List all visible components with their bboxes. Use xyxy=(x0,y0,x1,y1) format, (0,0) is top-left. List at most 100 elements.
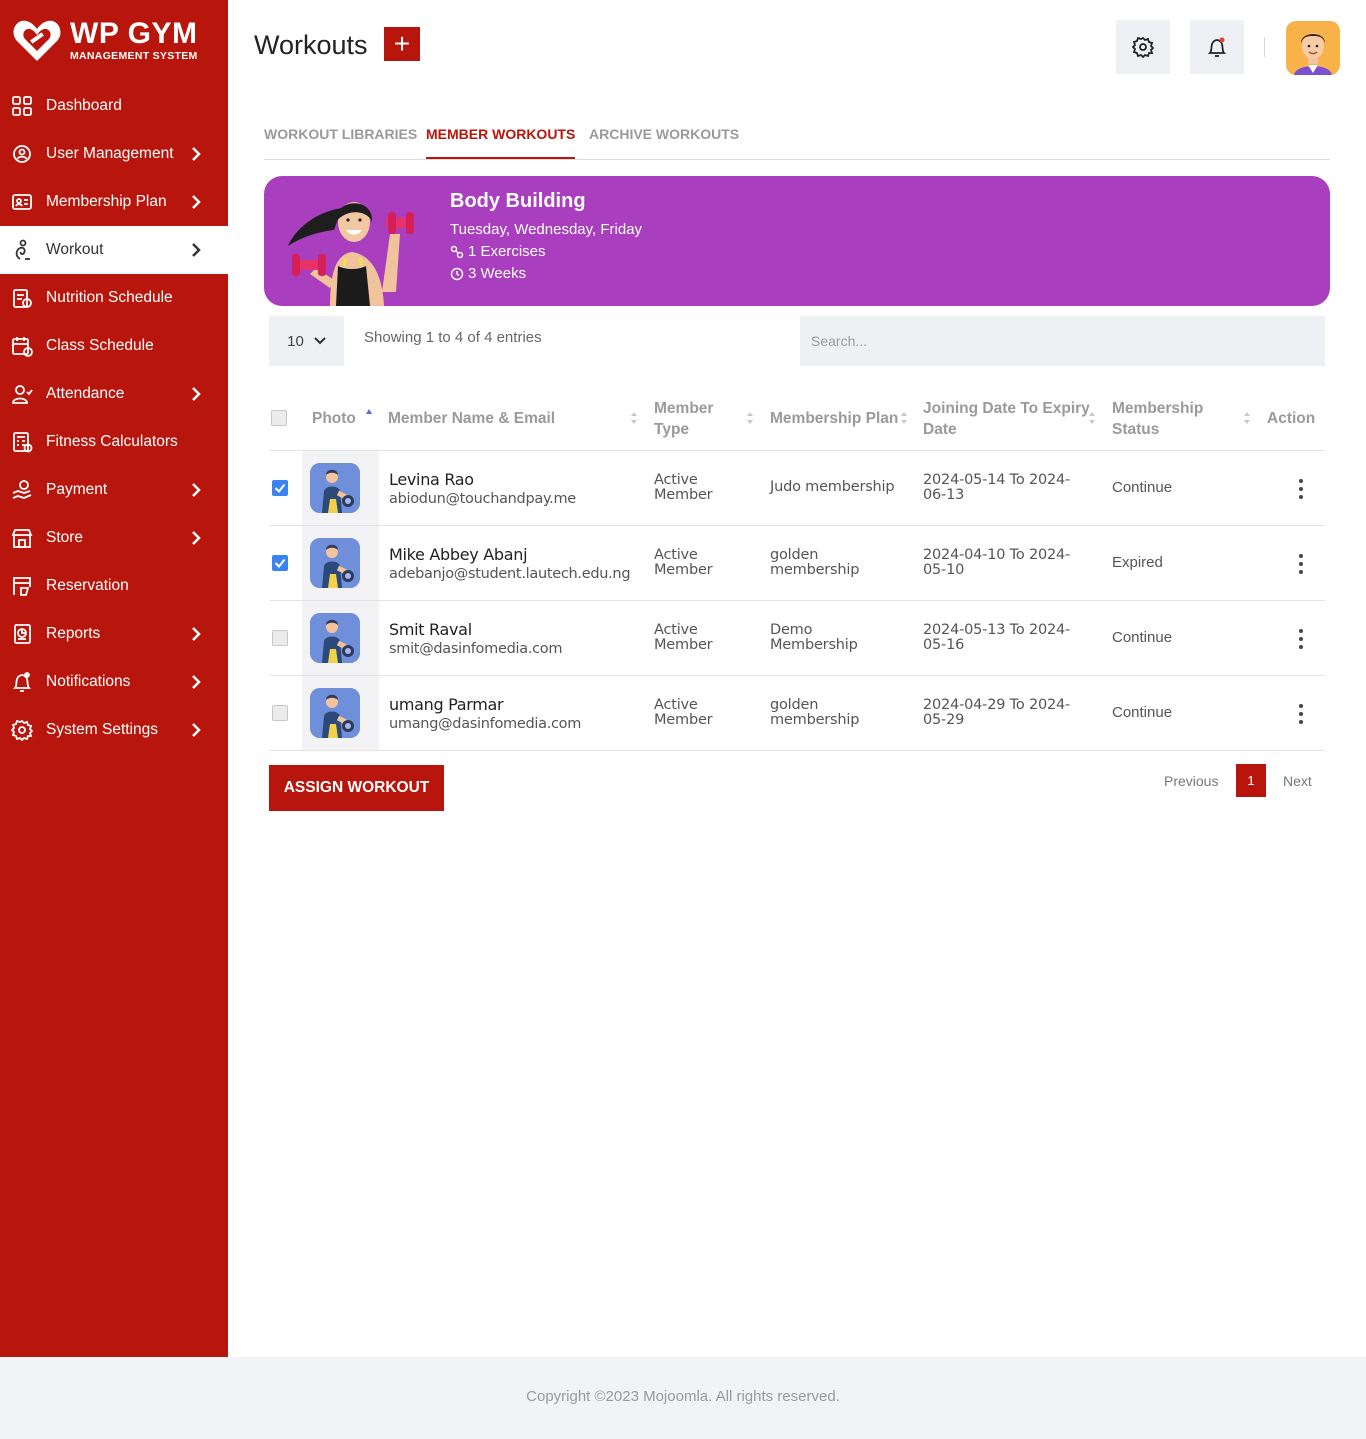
chevron-right-icon xyxy=(192,387,201,401)
member-type: Active Member xyxy=(654,623,713,653)
sidebar-item-label: Dashboard xyxy=(46,97,122,114)
membership-plan: golden membership xyxy=(770,698,859,728)
member-type: Active Member xyxy=(654,697,713,728)
nutrition-icon xyxy=(11,287,33,309)
sort-icon[interactable] xyxy=(630,411,638,425)
select-all-checkbox[interactable] xyxy=(271,410,287,426)
col-member-name-email[interactable]: Member Name & Email xyxy=(388,408,555,429)
date-line1: 2024-05-14 To 2024- xyxy=(923,472,1071,488)
workout-duration-text: 3 Weeks xyxy=(468,265,527,282)
sidebar-item-user-management[interactable]: User Management xyxy=(0,130,228,178)
col-action: Action xyxy=(1267,410,1316,427)
sidebar-item-nutrition-schedule[interactable]: Nutrition Schedule xyxy=(0,274,228,322)
brand-subtitle: MANAGEMENT SYSTEM xyxy=(70,49,198,62)
workout-exercises: 1 Exercises xyxy=(450,243,546,260)
member-name[interactable]: Smit Raval xyxy=(389,620,472,639)
sidebar-item-workout[interactable]: Workout xyxy=(0,226,228,274)
more-actions-icon[interactable] xyxy=(1294,478,1308,500)
pagination-next[interactable]: Next xyxy=(1283,773,1312,789)
sidebar-item-membership-plan[interactable]: Membership Plan xyxy=(0,178,228,226)
add-workout-button[interactable]: + xyxy=(384,27,420,61)
workout-title: Body Building xyxy=(450,190,586,212)
settings-button[interactable] xyxy=(1116,20,1170,74)
entries-info: Showing 1 to 4 of 4 entries xyxy=(364,329,542,346)
sort-icon[interactable] xyxy=(1243,411,1251,425)
more-actions-icon[interactable] xyxy=(1294,553,1308,575)
pagination-page-1[interactable]: 1 xyxy=(1236,764,1266,797)
row-checkbox[interactable] xyxy=(272,705,288,721)
row-checkbox[interactable] xyxy=(272,555,288,571)
member-type-line1: Active xyxy=(654,697,698,713)
notifications-button[interactable] xyxy=(1190,20,1244,74)
row-checkbox[interactable] xyxy=(272,480,288,496)
sidebar-item-attendance[interactable]: Attendance xyxy=(0,370,228,418)
col-membership-plan[interactable]: Membership Plan xyxy=(770,408,898,429)
page-footer: Copyright ©2023 Mojoomla. All rights res… xyxy=(0,1357,1366,1439)
membership-plan-line2: Membership xyxy=(770,637,858,653)
photo-cell xyxy=(302,451,379,525)
check-icon xyxy=(274,483,286,494)
calendar-icon xyxy=(11,335,33,357)
sidebar-item-label: Attendance xyxy=(46,385,125,402)
col-joining-expiry-date[interactable]: Joining Date To Expiry Date xyxy=(923,398,1090,440)
membership-status: Continue xyxy=(1112,704,1173,721)
col-dates-line1: Joining Date To Expiry xyxy=(923,400,1090,417)
membership-plan-line1: golden xyxy=(770,697,819,713)
sidebar-item-reservation[interactable]: Reservation xyxy=(0,562,228,610)
page-length-select[interactable]: 10 xyxy=(269,316,344,366)
tab-workout-libraries[interactable]: WORKOUT LIBRARIES xyxy=(264,126,417,159)
sidebar-item-dashboard[interactable]: Dashboard xyxy=(0,82,228,130)
sidebar-item-system-settings[interactable]: System Settings xyxy=(0,706,228,754)
joining-expiry-date: 2024-04-29 To 2024- 05-29 xyxy=(923,698,1070,728)
row-checkbox[interactable] xyxy=(272,630,288,646)
col-member-type[interactable]: Member Type xyxy=(654,398,713,440)
sidebar-item-class-schedule[interactable]: Class Schedule xyxy=(0,322,228,370)
member-name[interactable]: Levina Rao xyxy=(389,470,474,489)
assign-workout-button[interactable]: ASSIGN WORKOUT xyxy=(269,765,444,811)
photo-cell xyxy=(302,676,379,750)
calculator-icon xyxy=(11,431,33,453)
member-type-line2: Member xyxy=(654,712,713,728)
more-actions-icon[interactable] xyxy=(1294,628,1308,650)
sort-icon[interactable] xyxy=(1088,411,1096,425)
member-type-line1: Active xyxy=(654,472,698,488)
sidebar-item-label: Payment xyxy=(46,481,108,498)
date-line1: 2024-05-13 To 2024- xyxy=(923,622,1071,638)
sort-icon[interactable] xyxy=(746,411,754,425)
tab-archive-workouts[interactable]: ARCHIVE WORKOUTS xyxy=(589,126,739,159)
brand-logo[interactable]: WP GYM MANAGEMENT SYSTEM xyxy=(0,0,228,80)
col-member-type-line2: Type xyxy=(654,421,690,438)
more-actions-icon[interactable] xyxy=(1294,703,1308,725)
membership-status: Expired xyxy=(1112,554,1163,571)
bell-icon xyxy=(11,671,33,693)
col-photo[interactable]: Photo xyxy=(312,408,356,429)
sidebar-item-label: Nutrition Schedule xyxy=(46,289,173,306)
membership-plan-line2: membership xyxy=(770,562,860,578)
member-name[interactable]: Mike Abbey Abanj xyxy=(389,545,528,564)
date-line1: 2024-04-10 To 2024- xyxy=(923,547,1071,563)
sidebar-item-label: System Settings xyxy=(46,721,158,738)
col-membership-status[interactable]: Membership Status xyxy=(1112,398,1203,440)
sidebar-item-notifications[interactable]: Notifications xyxy=(0,658,228,706)
sidebar-item-reports[interactable]: Reports xyxy=(0,610,228,658)
sidebar-item-label: Reports xyxy=(46,625,101,642)
member-type-line2: Member xyxy=(654,487,713,503)
col-member-type-line1: Member xyxy=(654,400,714,417)
table-row: umang Parmar umang@dasinfomedia.com Active… xyxy=(269,676,1325,751)
user-avatar[interactable] xyxy=(1286,21,1340,75)
sort-icon[interactable] xyxy=(900,411,908,425)
tab-member-workouts[interactable]: MEMBER WORKOUTS xyxy=(426,126,576,159)
search-input[interactable] xyxy=(800,316,1325,366)
reports-icon xyxy=(11,623,33,645)
pagination-previous[interactable]: Previous xyxy=(1164,773,1218,789)
table-row: Mike Abbey Abanj adebanjo@student.lautech… xyxy=(269,526,1325,601)
sidebar-item-payment[interactable]: Payment xyxy=(0,466,228,514)
sidebar-item-fitness-calculators[interactable]: Fitness Calculators xyxy=(0,418,228,466)
member-name[interactable]: umang Parmar xyxy=(389,695,504,714)
chevron-right-icon xyxy=(192,627,201,641)
sort-asc-icon[interactable] xyxy=(365,408,373,422)
membership-plan: Judo membership xyxy=(770,480,895,495)
table-row: Levina Rao abiodun@touchandpay.me Active Me… xyxy=(269,451,1325,526)
sidebar-item-store[interactable]: Store xyxy=(0,514,228,562)
page-length-value: 10 xyxy=(287,332,304,350)
